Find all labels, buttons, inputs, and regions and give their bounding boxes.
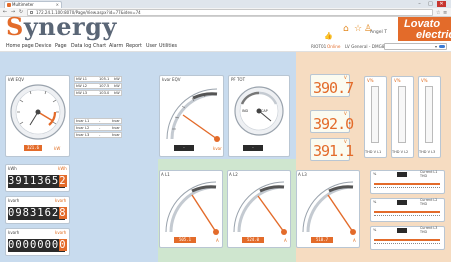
thd-v-l3-bar xyxy=(425,86,433,143)
kw-l1-row: kW L1 105.1 kW xyxy=(74,76,122,82)
close-window-button[interactable]: ✕ xyxy=(437,1,446,7)
kvar-l1-row: kvar L1- kvar xyxy=(74,118,122,124)
current-l1-gauge xyxy=(165,181,219,235)
maximize-button[interactable]: □ xyxy=(426,1,435,7)
kw-l2-row: kW L2 107.5 kW xyxy=(74,83,122,89)
menu-home-page[interactable]: Home page xyxy=(6,41,34,52)
thd-v-l1-bar xyxy=(371,86,379,143)
current-l3-title: A L3 xyxy=(298,172,307,177)
voltage-l1-value: 390.7 xyxy=(313,79,354,97)
counter-kwh-title: kWh xyxy=(8,166,17,171)
counter-kvarh2-unit: kvarh xyxy=(55,230,67,235)
kvar-display: - xyxy=(174,145,194,151)
thd-v-l2-label: THD V L2 xyxy=(392,150,409,154)
kvar-gauge xyxy=(166,88,220,142)
thd-v-l3-label: THD V L3 xyxy=(419,150,436,154)
kvar-l2-row: kvar L2- kvar xyxy=(74,125,122,131)
kw-gauge xyxy=(10,84,66,140)
voltage-l2-value: 392.0 xyxy=(313,115,354,133)
favicon-icon xyxy=(7,3,11,7)
current-l3-unit: A xyxy=(353,238,356,243)
counter-kvarh-unit: kvarh xyxy=(55,198,67,203)
current-thd-l1-scale xyxy=(374,185,440,188)
thd-v-l2-bar xyxy=(398,86,406,143)
menu-chart[interactable]: Chart xyxy=(93,41,106,52)
kvar-eqv-title: kvar EQV xyxy=(162,77,181,82)
thumbs-icon[interactable]: 👍 xyxy=(324,31,333,41)
pf-tot-title: PF TOT xyxy=(231,77,246,82)
current-thd-l3-display xyxy=(397,228,407,233)
station-status: Online xyxy=(327,44,341,49)
counter-kwh-value: 39113652 xyxy=(8,175,67,188)
device-select[interactable]: ▾ xyxy=(384,43,447,50)
current-thd-l2-scale xyxy=(374,213,440,216)
counter-kvarh-title: kvarh xyxy=(8,198,20,203)
kw-display: 321.6 xyxy=(24,145,42,151)
thd-v-l2-unit: V% xyxy=(394,78,401,83)
chevron-down-icon: ▾ xyxy=(434,44,437,49)
thd-v-l3-unit: V% xyxy=(421,78,428,83)
menu-data-log[interactable]: Data log xyxy=(71,41,91,52)
current-l2-gauge xyxy=(233,181,287,235)
current-thd-l3-scale xyxy=(374,241,440,244)
menu-icon[interactable]: ≡ xyxy=(443,10,447,16)
current-l2-unit: A xyxy=(284,238,287,243)
station-label: RIOT01 xyxy=(311,44,327,49)
current-l3-gauge xyxy=(302,181,356,235)
current-thd-l3-prefix: % xyxy=(373,228,377,232)
current-l2-display: 524.0 xyxy=(242,237,264,243)
menu-utilities[interactable]: Utilities xyxy=(159,41,177,52)
current-thd-l2-prefix: % xyxy=(373,200,377,204)
pf-ind-label: IND xyxy=(242,109,249,113)
counter-kvarh-value: 09831628 xyxy=(8,207,67,220)
lovato-logo: Lovato electric xyxy=(398,17,451,41)
current-thd-l1-prefix: % xyxy=(373,172,377,176)
pf-cap-label: CAP xyxy=(261,109,268,113)
menu-device[interactable]: Device xyxy=(35,41,51,52)
thd-v-l1-unit: V% xyxy=(367,78,374,83)
current-thd-l2-display xyxy=(397,200,407,205)
current-thd-l1-label: Current L1 THD xyxy=(420,170,438,178)
menu-report[interactable]: Report xyxy=(126,41,142,52)
kw-l3-row: kW L3 103.0 kW xyxy=(74,90,122,96)
current-thd-l3-label: Current L3 THD xyxy=(420,226,438,234)
browser-tab-bar xyxy=(0,0,451,8)
home-icon[interactable]: ⌂ xyxy=(343,24,349,34)
current-thd-l1-display xyxy=(397,172,407,177)
kvar-l3-row: kvar L3- kvar xyxy=(74,132,122,138)
counter-kvarh2-value: 00000000 xyxy=(8,239,67,252)
current-l1-title: A L1 xyxy=(161,172,170,177)
menu-user[interactable]: User xyxy=(146,41,157,52)
pf-display: - xyxy=(243,145,263,151)
counter-kvarh2-title: kvarh xyxy=(8,230,20,235)
current-l1-unit: A xyxy=(216,238,219,243)
counter-kwh-unit: kWh xyxy=(58,166,67,171)
kw-unit: kW xyxy=(54,146,61,151)
pf-gauge xyxy=(234,86,284,136)
toggle-switch[interactable] xyxy=(439,45,445,48)
user-name[interactable]: Angel T xyxy=(370,30,387,35)
voltage-l3-value: 391.1 xyxy=(313,142,354,160)
current-l1-display: 505.1 xyxy=(174,237,196,243)
tab-title: Multimeter xyxy=(12,2,34,7)
menu-page[interactable]: Page xyxy=(55,41,67,52)
current-l3-display: 518.7 xyxy=(311,237,333,243)
current-l2-title: A L2 xyxy=(229,172,238,177)
minimize-button[interactable]: – xyxy=(415,1,424,7)
bookmark-star-icon[interactable]: ☆ xyxy=(436,10,440,16)
star-icon[interactable]: ☆ xyxy=(354,24,362,34)
current-thd-l2-label: Current L2 THD xyxy=(420,198,438,206)
synergy-logo[interactable]: Synergy xyxy=(6,15,117,39)
thd-v-l1-label: THD V L1 xyxy=(365,150,382,154)
menu-alarm[interactable]: Alarm xyxy=(109,41,123,52)
browser-tab[interactable]: Multimeter × xyxy=(4,1,62,8)
kvar-unit: kvar xyxy=(213,146,222,151)
